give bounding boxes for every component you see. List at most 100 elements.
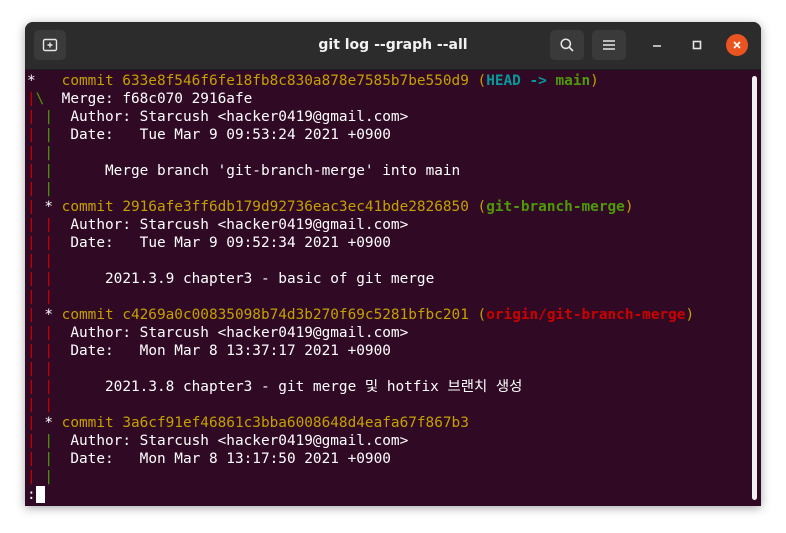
graph-gap [53, 127, 70, 143]
graph-edge: | [27, 415, 36, 431]
graph-node: * [35, 199, 62, 215]
date-line: Date: Mon Mar 8 13:17:50 2021 +0900 [70, 451, 391, 467]
graph-node: * [35, 307, 62, 323]
log-line: | | Date: Mon Mar 8 13:17:50 2021 +0900 [27, 450, 391, 468]
log-line: | | 2021.3.9 chapter3 - basic of git mer… [27, 270, 434, 288]
log-line: | * commit 2916afe3ff6db179d92736eac3ec4… [27, 198, 634, 216]
commit-hash: commit 3a6cf91ef46861c3bba6008648d4eafa6… [61, 415, 469, 431]
author-line: Author: Starcush <hacker0419@gmail.com> [70, 325, 409, 341]
graph-gap [53, 325, 70, 341]
log-line: | | Author: Starcush <hacker0419@gmail.c… [27, 324, 408, 342]
maximize-icon [692, 40, 702, 50]
graph-edge: | [44, 397, 54, 413]
graph-edge: | [27, 271, 36, 287]
ref-close: ) [624, 199, 634, 215]
graph-edge: | [44, 109, 54, 125]
ref-open: ( [468, 307, 487, 323]
graph-node: * [27, 73, 62, 89]
log-line: | | Author: Starcush <hacker0419@gmail.c… [27, 108, 408, 126]
log-line: | | 2021.3.8 chapter3 - git merge 및 hotf… [27, 378, 522, 396]
hamburger-menu-icon [603, 40, 615, 50]
graph-edge: | [27, 253, 36, 269]
graph-edge: | [44, 145, 54, 161]
graph-edge: | [27, 91, 36, 107]
graph-edge: | [27, 235, 36, 251]
graph-edge: | [44, 163, 54, 179]
terminal-window: git log --graph --all * commit 633e8f546… [25, 22, 761, 506]
graph-edge: | [44, 433, 54, 449]
head-ref: HEAD -> [486, 73, 556, 89]
minimize-button[interactable] [646, 34, 668, 56]
graph-gap [53, 235, 70, 251]
log-line: |\ Merge: f68c070 2916afe [27, 90, 252, 108]
log-line: | | [27, 288, 53, 306]
date-line: Date: Mon Mar 8 13:37:17 2021 +0900 [70, 343, 391, 359]
graph-edge: | [44, 181, 54, 197]
new-tab-button[interactable] [34, 30, 66, 60]
pager-prompt[interactable]: : [27, 486, 45, 504]
maximize-button[interactable] [686, 34, 708, 56]
log-line: | | Date: Mon Mar 8 13:37:17 2021 +0900 [27, 342, 391, 360]
log-line: * commit 633e8f546f6fe18fb8c830a878e7585… [27, 72, 599, 90]
scrollbar[interactable] [752, 76, 757, 500]
remote-branch-ref: origin/git-branch-merge [486, 307, 686, 323]
text-cursor [35, 486, 45, 503]
log-line: | * commit 3a6cf91ef46861c3bba6008648d4e… [27, 414, 469, 432]
date-line: Date: Tue Mar 9 09:52:34 2021 +0900 [70, 235, 391, 251]
graph-edge: | [27, 325, 36, 341]
terminal-output[interactable]: * commit 633e8f546f6fe18fb8c830a878e7585… [25, 70, 751, 506]
log-line: | | Date: Tue Mar 9 09:52:34 2021 +0900 [27, 234, 391, 252]
prompt-colon: : [27, 487, 36, 503]
commit-hash: commit c4269a0c00835098b74d3b270f69c5281… [61, 307, 469, 323]
graph-edge: | [44, 469, 54, 485]
log-line: | * commit c4269a0c00835098b74d3b270f69c… [27, 306, 694, 324]
graph-gap [53, 451, 70, 467]
ref-open: ( [468, 199, 487, 215]
graph-gap [53, 271, 70, 287]
graph-edge: | [27, 289, 36, 305]
graph-edge: \ [35, 91, 62, 107]
graph-edge: | [44, 127, 54, 143]
author-line: Author: Starcush <hacker0419@gmail.com> [70, 217, 409, 233]
graph-edge: | [27, 199, 36, 215]
graph-edge: | [44, 217, 54, 233]
graph-edge: | [44, 361, 54, 377]
author-line: Author: Starcush <hacker0419@gmail.com> [70, 433, 409, 449]
graph-gap [53, 163, 70, 179]
log-line: | | Merge branch 'git-branch-merge' into… [27, 162, 460, 180]
log-line: | | [27, 180, 53, 198]
graph-edge: | [44, 379, 54, 395]
graph-edge: | [44, 253, 54, 269]
graph-edge: | [27, 451, 36, 467]
graph-node: * [35, 415, 62, 431]
search-icon [560, 38, 574, 52]
ref-open: ( [468, 73, 487, 89]
graph-gap [53, 379, 70, 395]
ref-close: ) [685, 307, 695, 323]
search-button[interactable] [550, 30, 584, 60]
log-line: | | [27, 396, 53, 414]
graph-gap [53, 433, 70, 449]
menu-button[interactable] [592, 30, 626, 60]
graph-gap [53, 109, 70, 125]
graph-edge: | [27, 433, 36, 449]
graph-edge: | [44, 325, 54, 341]
graph-gap [53, 343, 70, 359]
commit-message: Merge branch 'git-branch-merge' into mai… [70, 163, 461, 179]
graph-edge: | [27, 109, 36, 125]
graph-edge: | [44, 343, 54, 359]
author-line: Author: Starcush <hacker0419@gmail.com> [70, 109, 409, 125]
log-line: | | [27, 252, 53, 270]
commit-hash: commit 633e8f546f6fe18fb8c830a878e7585b7… [61, 73, 469, 89]
commit-message: 2021.3.9 chapter3 - basic of git merge [70, 271, 435, 287]
new-tab-icon [42, 38, 58, 52]
commit-hash: commit 2916afe3ff6db179d92736eac3ec41bde… [61, 199, 469, 215]
graph-edge: | [44, 451, 54, 467]
graph-edge: | [27, 127, 36, 143]
merge-line: Merge: f68c070 2916afe [61, 91, 253, 107]
close-button[interactable] [726, 34, 748, 56]
title-bar[interactable]: git log --graph --all [25, 22, 761, 70]
log-line: | | [27, 144, 53, 162]
graph-edge: | [44, 289, 54, 305]
log-line: | | [27, 360, 53, 378]
